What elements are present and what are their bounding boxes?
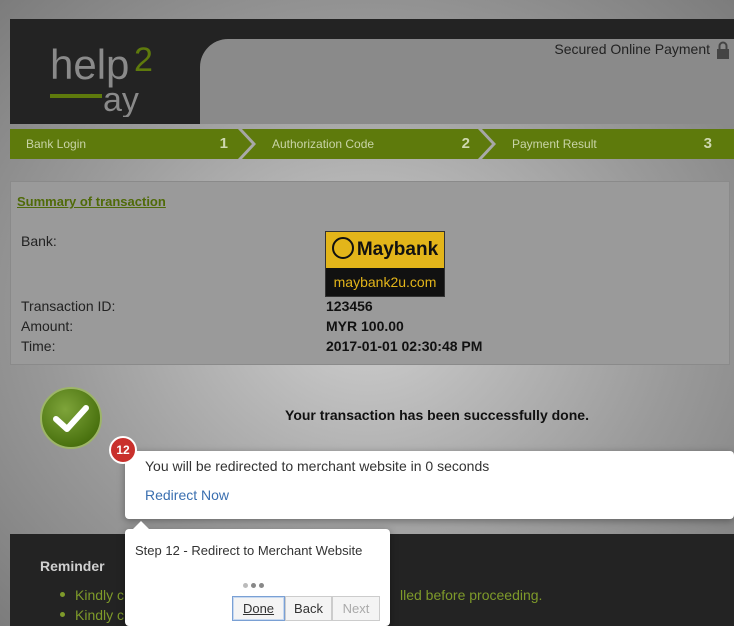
bullet-icon <box>60 612 65 617</box>
maybank-logo-name: Maybank <box>356 239 439 260</box>
step-payment-result: Payment Result 3 <box>496 129 734 159</box>
next-button[interactable]: Next <box>332 596 380 621</box>
tour-step-title: Step 12 - Redirect to Merchant Website <box>135 543 363 558</box>
redirect-popup: You will be redirected to merchant websi… <box>125 451 734 519</box>
reminder-title: Reminder <box>40 558 105 574</box>
step-bank-login: Bank Login 1 <box>10 129 250 159</box>
transaction-summary: Summary of transaction Bank: Maybank may… <box>10 181 730 365</box>
tour-arrow <box>133 521 149 529</box>
done-button[interactable]: Done <box>232 596 285 621</box>
amount-value: MYR 100.00 <box>326 318 404 334</box>
bank-label: Bank: <box>21 233 57 249</box>
progress-dot <box>259 583 264 588</box>
step-label: Authorization Code <box>272 137 375 151</box>
logo-pay-text: ay <box>103 81 139 117</box>
progress-steps: Bank Login 1 Authorization Code 2 Paymen… <box>10 129 734 159</box>
transaction-id-value: 123456 <box>326 298 373 314</box>
tour-step-badge: 12 <box>109 436 137 464</box>
amount-label: Amount: <box>21 318 74 334</box>
step-label: Bank Login <box>26 137 87 151</box>
step-authorization-code: Authorization Code 2 <box>256 129 492 159</box>
step-number: 3 <box>703 135 712 152</box>
success-message: Your transaction has been successfully d… <box>285 407 589 423</box>
maybank-emblem-icon <box>331 237 354 259</box>
maybank-logo: Maybank maybank2u.com <box>325 231 445 297</box>
step-number: 2 <box>461 135 470 152</box>
step-number: 1 <box>219 135 228 152</box>
time-label: Time: <box>21 338 56 354</box>
reminder-item: Kindly c <box>60 607 124 623</box>
secured-label: Secured Online Payment <box>554 41 710 57</box>
reminder-item: Kindly c <box>60 587 124 603</box>
logo-num-text: 2 <box>134 41 153 79</box>
tour-progress-dots <box>243 575 267 593</box>
tour-step-panel: Step 12 - Redirect to Merchant Website D… <box>125 521 390 626</box>
progress-dot <box>243 583 248 588</box>
back-button[interactable]: Back <box>285 596 332 621</box>
reminder-item-end: lled before proceeding. <box>400 587 543 603</box>
bullet-icon <box>60 592 65 597</box>
progress-dot <box>251 583 256 588</box>
step-label: Payment Result <box>512 137 597 151</box>
transaction-id-label: Transaction ID: <box>21 298 116 314</box>
maybank-logo-url: maybank2u.com <box>326 268 444 296</box>
time-value: 2017-01-01 02:30:48 PM <box>326 338 483 354</box>
lock-icon <box>717 41 729 59</box>
redirect-now-link[interactable]: Redirect Now <box>145 487 229 503</box>
summary-title[interactable]: Summary of transaction <box>17 194 166 209</box>
help2pay-logo: help 2 ay <box>48 37 168 119</box>
redirect-message: You will be redirected to merchant websi… <box>145 458 490 474</box>
